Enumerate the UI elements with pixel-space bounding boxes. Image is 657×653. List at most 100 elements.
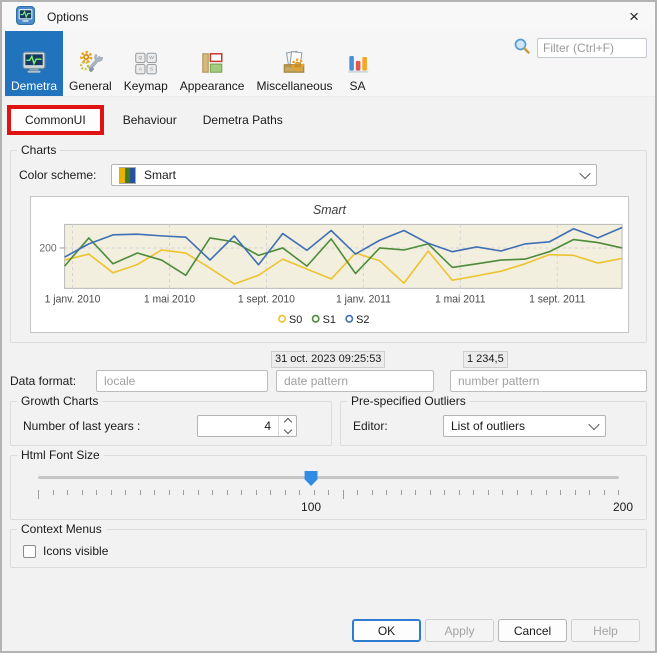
data-format-row: 31 oct. 2023 09:25:53 1 234,5 Data forma… bbox=[10, 351, 647, 392]
category-label: Appearance bbox=[179, 79, 245, 93]
slider-tick bbox=[589, 490, 590, 495]
category-keymap[interactable]: QW AS Keymap bbox=[118, 31, 174, 96]
tab-label: Behaviour bbox=[122, 113, 177, 127]
svg-text:S0: S0 bbox=[289, 314, 302, 326]
slider-tick bbox=[255, 490, 257, 495]
last-years-spinner[interactable]: 4 bbox=[197, 415, 297, 437]
spinner-buttons[interactable] bbox=[278, 416, 296, 436]
chart-svg: 1 janv. 2010 1 mai 2010 1 sept. 2010 1 janv… bbox=[39, 203, 623, 326]
slider-tick bbox=[125, 490, 126, 495]
category-label: Demetra bbox=[11, 79, 58, 93]
slider-tick bbox=[226, 490, 228, 495]
slider-thumb[interactable] bbox=[304, 471, 318, 486]
date-pattern-input[interactable] bbox=[276, 370, 434, 392]
category-toolbar: Demetra General Q W A S Keymap Appearanc… bbox=[2, 31, 655, 97]
tab-demetra-paths[interactable]: Demetra Paths bbox=[190, 107, 296, 133]
help-button[interactable]: Help bbox=[571, 619, 640, 642]
slider-tick bbox=[400, 490, 402, 495]
slider-tick bbox=[444, 490, 445, 495]
slider-tick bbox=[458, 490, 460, 495]
tick-label-200: 200 bbox=[612, 500, 633, 514]
tab-commonui[interactable]: CommonUI bbox=[7, 105, 104, 135]
slider-ticks bbox=[38, 490, 619, 499]
ok-button[interactable]: OK bbox=[352, 619, 421, 642]
editor-select[interactable]: List of outliers bbox=[443, 415, 606, 437]
color-scheme-label: Color scheme: bbox=[19, 168, 97, 182]
slider-tick bbox=[473, 490, 474, 495]
svg-text:1 mai 2011: 1 mai 2011 bbox=[435, 293, 486, 305]
svg-text:1 janv. 2010: 1 janv. 2010 bbox=[45, 293, 101, 305]
window-title: Options bbox=[47, 9, 89, 24]
category-general[interactable]: General bbox=[63, 31, 118, 96]
filter-input[interactable] bbox=[537, 37, 647, 58]
svg-text:Smart: Smart bbox=[313, 203, 346, 217]
context-menus-group: Context Menus Icons visible bbox=[10, 522, 647, 568]
demetra-monitor-icon bbox=[21, 50, 47, 76]
icons-visible-checkbox[interactable] bbox=[23, 544, 36, 558]
slider-tick bbox=[299, 490, 300, 495]
titlebar: Options × bbox=[2, 2, 655, 31]
slider-tick bbox=[110, 490, 112, 495]
last-years-value: 4 bbox=[264, 419, 271, 433]
gears-wrench-icon bbox=[77, 50, 104, 76]
svg-text:1 janv. 2011: 1 janv. 2011 bbox=[336, 293, 391, 305]
files-gear-icon bbox=[281, 50, 307, 76]
slider-tick bbox=[531, 490, 532, 495]
slider-tick bbox=[38, 490, 39, 499]
svg-text:200: 200 bbox=[39, 242, 56, 254]
bar-chart-icon bbox=[345, 50, 371, 76]
last-years-label: Number of last years : bbox=[23, 419, 141, 433]
color-scheme-select[interactable]: Smart bbox=[111, 164, 597, 186]
category-miscellaneous[interactable]: Miscellaneous bbox=[250, 31, 338, 96]
svg-text:1 sept. 2011: 1 sept. 2011 bbox=[529, 293, 585, 305]
number-preview-badge: 1 234,5 bbox=[463, 351, 508, 368]
group-title: Charts bbox=[17, 143, 61, 157]
editor-label: Editor: bbox=[353, 419, 388, 433]
tab-label: Demetra Paths bbox=[202, 113, 283, 127]
color-scheme-swatch bbox=[119, 166, 136, 184]
slider-tick bbox=[212, 490, 213, 495]
slider-tick bbox=[241, 490, 242, 495]
locale-input[interactable] bbox=[96, 370, 268, 392]
svg-text:S1: S1 bbox=[323, 314, 336, 326]
font-size-slider[interactable] bbox=[38, 471, 619, 486]
font-size-group: Html Font Size 100 200 bbox=[10, 448, 647, 520]
tab-behaviour[interactable]: Behaviour bbox=[110, 107, 190, 133]
search-icon bbox=[513, 37, 531, 58]
chevron-down-icon bbox=[588, 418, 600, 431]
slider-tick bbox=[415, 490, 416, 495]
svg-text:S2: S2 bbox=[356, 314, 369, 326]
cancel-button[interactable]: Cancel bbox=[498, 619, 567, 642]
slider-tick bbox=[168, 490, 170, 495]
keyboard-keys-icon: QW AS bbox=[133, 50, 159, 76]
spin-down-icon[interactable] bbox=[283, 425, 292, 435]
slider-tick bbox=[545, 490, 547, 495]
category-sa[interactable]: SA bbox=[339, 31, 377, 96]
category-label: General bbox=[69, 79, 112, 93]
category-demetra[interactable]: Demetra bbox=[5, 31, 64, 96]
svg-text:W: W bbox=[149, 55, 154, 61]
slider-tick bbox=[502, 490, 503, 495]
slider-tick bbox=[342, 490, 344, 499]
button-bar: OK Apply Cancel Help bbox=[352, 619, 640, 642]
apply-button[interactable]: Apply bbox=[425, 619, 494, 642]
slider-tick bbox=[154, 490, 155, 495]
group-title: Context Menus bbox=[17, 522, 106, 536]
slider-track[interactable] bbox=[38, 476, 619, 479]
editor-value: List of outliers bbox=[451, 419, 526, 433]
slider-tick bbox=[52, 490, 54, 495]
category-appearance[interactable]: Appearance bbox=[174, 31, 251, 96]
group-title: Pre-specified Outliers bbox=[347, 394, 470, 408]
tick-label-100: 100 bbox=[301, 500, 322, 514]
date-preview-badge: 31 oct. 2023 09:25:53 bbox=[271, 351, 386, 368]
slider-tick bbox=[328, 490, 329, 495]
slider-tick bbox=[313, 490, 315, 495]
slider-tick bbox=[357, 490, 358, 495]
slider-tick bbox=[487, 490, 489, 495]
chart-preview: 1 janv. 2010 1 mai 2010 1 sept. 2010 1 janv… bbox=[30, 196, 629, 333]
number-pattern-input[interactable] bbox=[450, 370, 647, 392]
slider-labels: 100 200 bbox=[38, 500, 633, 515]
slider-tick bbox=[197, 490, 199, 495]
data-format-label: Data format: bbox=[10, 374, 77, 388]
close-icon[interactable]: × bbox=[625, 8, 643, 25]
